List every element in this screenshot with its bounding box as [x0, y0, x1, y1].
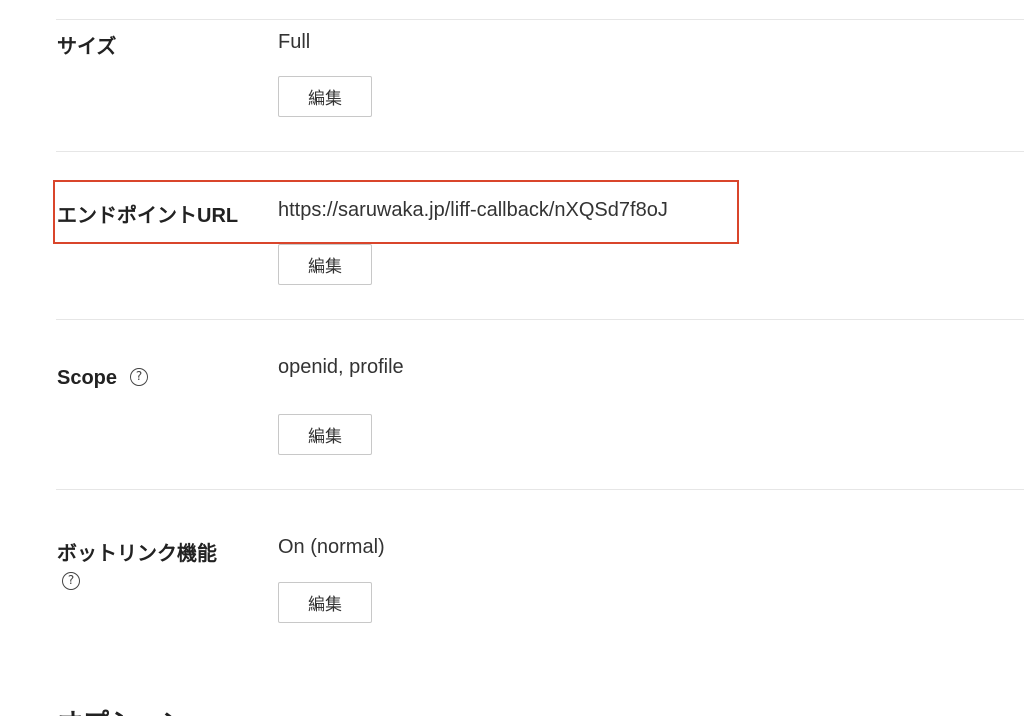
row-divider: [56, 489, 1024, 490]
size-edit-button[interactable]: 編集: [278, 76, 372, 117]
bot-link-value: On (normal): [278, 536, 385, 558]
endpoint-url-edit-button[interactable]: 編集: [278, 244, 372, 285]
row-divider: [56, 151, 1024, 152]
options-section-heading: オプション: [57, 703, 187, 716]
row-divider: [56, 319, 1024, 320]
scope-value: openid, profile: [278, 356, 404, 378]
size-label: サイズ: [57, 36, 117, 58]
scope-help-icon[interactable]: ?: [130, 368, 148, 386]
bot-link-help-icon[interactable]: ?: [62, 572, 80, 590]
size-value: Full: [278, 31, 311, 53]
endpoint-url-highlight: [53, 180, 739, 244]
bot-link-label: ボットリンク機能: [57, 543, 217, 565]
row-divider: [56, 19, 1024, 20]
liff-app-settings: サイズ Full 編集 エンドポイントURL https://saruwaka.…: [0, 0, 1024, 716]
bot-link-edit-button[interactable]: 編集: [278, 582, 372, 623]
scope-edit-button[interactable]: 編集: [278, 414, 372, 455]
scope-label: Scope: [57, 367, 118, 389]
